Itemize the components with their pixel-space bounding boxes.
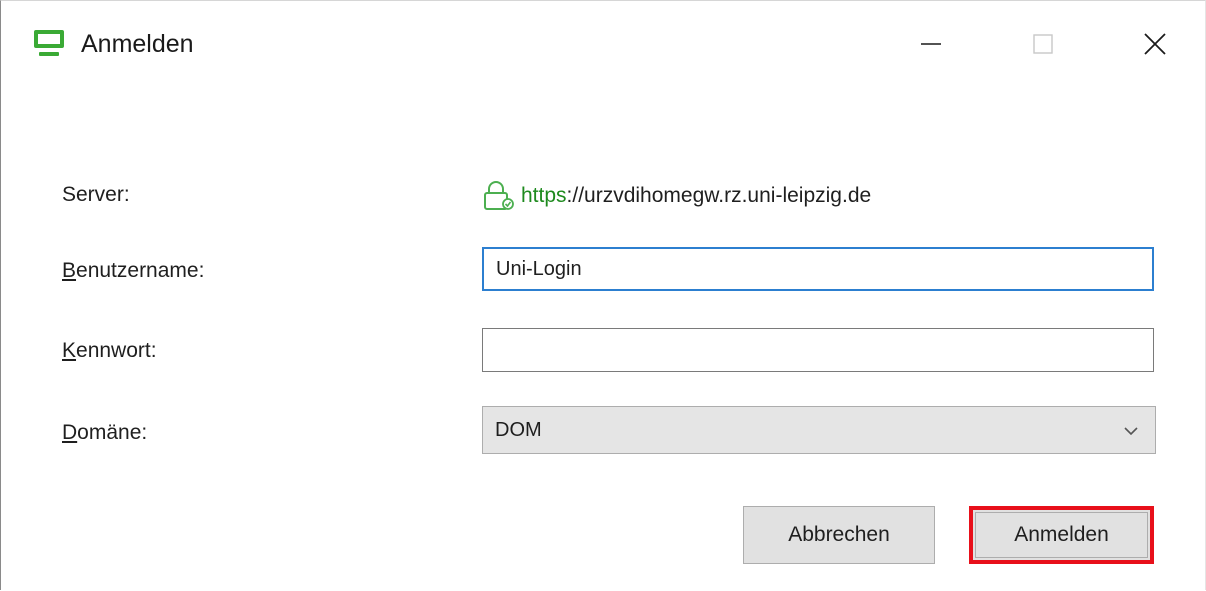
username-label-text: enutzername:	[76, 259, 205, 282]
login-button[interactable]: Anmelden	[969, 506, 1154, 564]
minimize-button[interactable]	[899, 15, 963, 73]
login-dialog: Anmelden Server: https://urzvdihomegw.r…	[0, 0, 1206, 590]
domain-label-text: omäne:	[77, 421, 148, 444]
server-scheme: https	[521, 184, 567, 207]
minimize-icon	[921, 43, 941, 45]
domain-label-accesskey: D	[62, 421, 78, 444]
username-field[interactable]	[482, 247, 1154, 291]
cancel-button[interactable]: Abbrechen	[743, 506, 935, 564]
server-label: Server:	[62, 183, 130, 206]
username-label: Benutzername:	[62, 257, 204, 285]
domain-label: Domäne:	[62, 419, 147, 447]
chevron-down-icon	[1124, 427, 1138, 436]
title-bar[interactable]: Anmelden	[1, 1, 1205, 85]
password-label-accesskey: K	[62, 339, 77, 362]
password-field[interactable]	[482, 328, 1154, 372]
app-icon	[34, 30, 64, 56]
secure-lock-icon	[484, 181, 514, 210]
close-button[interactable]	[1123, 15, 1187, 73]
domain-select[interactable]: DOM	[482, 406, 1156, 454]
password-label-text: ennwort:	[76, 339, 157, 362]
close-icon	[1144, 33, 1166, 55]
login-button-label: Anmelden	[1014, 523, 1109, 546]
window-title: Anmelden	[81, 30, 194, 58]
domain-selected-value: DOM	[495, 418, 542, 441]
server-address: https://urzvdihomegw.rz.uni-leipzig.de	[481, 181, 871, 211]
server-host: ://urzvdihomegw.rz.uni-leipzig.de	[566, 184, 872, 207]
username-label-accesskey: B	[62, 259, 77, 282]
maximize-icon	[1033, 34, 1053, 54]
password-label: Kennwort:	[62, 337, 157, 365]
maximize-button[interactable]	[1011, 15, 1075, 73]
